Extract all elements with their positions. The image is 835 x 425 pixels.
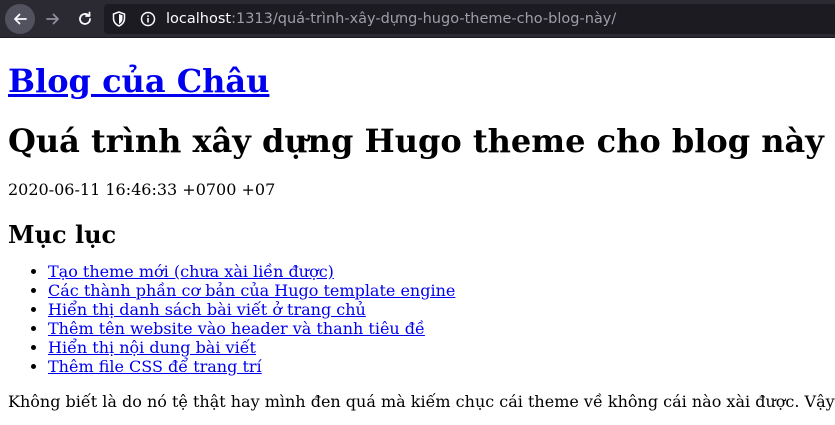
toc-heading: Mục lục [8, 220, 117, 249]
url-path: :1313/quá-trình-xây-dựng-hugo-theme-cho-… [231, 11, 617, 27]
toc-list: Tạo theme mới (chưa xài liền được) Các t… [8, 262, 835, 376]
toc-link[interactable]: Tạo theme mới (chưa xài liền được) [48, 262, 334, 281]
arrow-left-icon [14, 13, 27, 25]
toc-link[interactable]: Hiển thị nội dung bài viết [48, 338, 256, 357]
post-date: 2020-06-11 16:46:33 +0700 +07 [8, 180, 276, 199]
site-title: Blog của Châu [8, 62, 835, 100]
url-bar[interactable]: localhost:1313/quá-trình-xây-dựng-hugo-t… [104, 4, 835, 34]
post-title: Quá trình xây dựng Hugo theme cho blog n… [8, 122, 824, 160]
reload-button[interactable] [70, 4, 100, 34]
url-text[interactable]: localhost:1313/quá-trình-xây-dựng-hugo-t… [166, 10, 616, 28]
toc-item: Hiển thị nội dung bài viết [48, 338, 835, 357]
info-icon[interactable] [140, 11, 156, 31]
toc-item: Thêm tên website vào header và thanh tiê… [48, 319, 835, 338]
toc-link[interactable]: Thêm file CSS để trang trí [48, 357, 262, 376]
toc-item: Thêm file CSS để trang trí [48, 357, 835, 376]
toc-link[interactable]: Thêm tên website vào header và thanh tiê… [48, 319, 425, 338]
toc-item: Hiển thị danh sách bài viết ở trang chủ [48, 300, 835, 319]
site-title-link[interactable]: Blog của Châu [8, 62, 269, 100]
toc-item: Các thành phần cơ bản của Hugo template … [48, 281, 835, 300]
arrow-right-icon [46, 13, 59, 25]
back-button[interactable] [5, 4, 35, 34]
post-paragraph: Không biết là do nó tệ thật hay mình đen… [8, 392, 835, 411]
toc-link[interactable]: Hiển thị danh sách bài viết ở trang chủ [48, 300, 366, 319]
toc-link[interactable]: Các thành phần cơ bản của Hugo template … [48, 281, 455, 300]
url-host: localhost [166, 11, 232, 27]
shield-icon[interactable] [112, 11, 126, 31]
page-content: Blog của Châu Quá trình xây dựng Hugo th… [8, 38, 835, 412]
forward-button[interactable] [38, 4, 68, 34]
toc-item: Tạo theme mới (chưa xài liền được) [48, 262, 835, 281]
browser-toolbar: localhost:1313/quá-trình-xây-dựng-hugo-t… [0, 0, 835, 38]
reload-icon [79, 11, 91, 25]
